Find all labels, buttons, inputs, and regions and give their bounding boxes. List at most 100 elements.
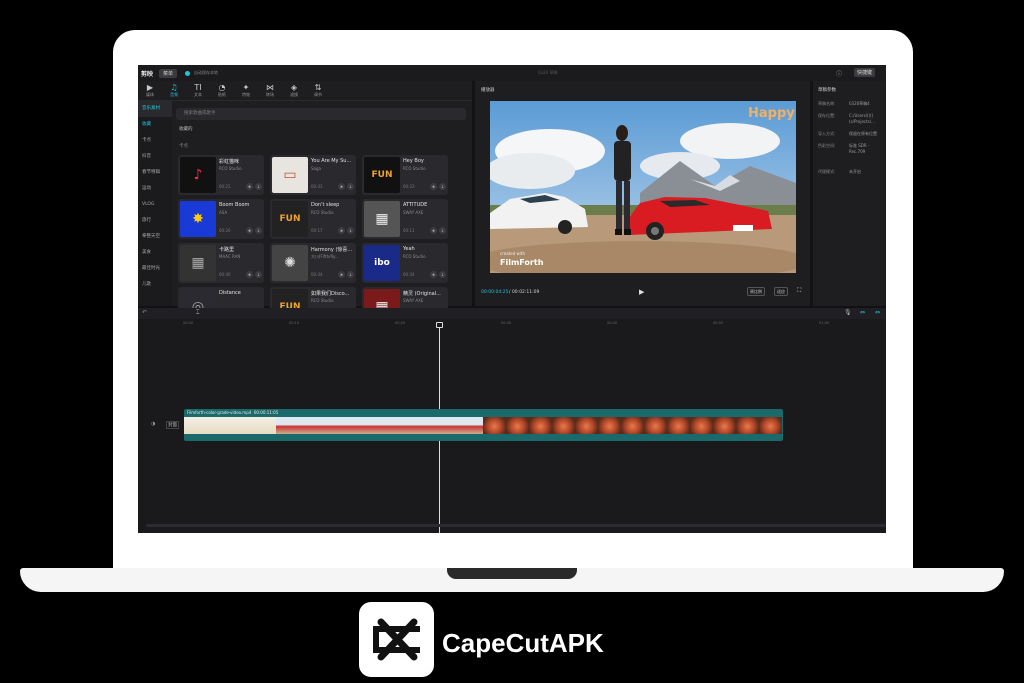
clip-frame	[552, 417, 575, 434]
microphone-icon[interactable]: 🎙	[844, 309, 852, 316]
property-value: C:/Users/(((( (s/Projects/...	[849, 113, 875, 124]
favorite-icon[interactable]: ★	[338, 183, 345, 190]
download-icon[interactable]: ↓	[347, 183, 354, 190]
ruler-tick: 00:00	[183, 321, 194, 325]
favorite-icon[interactable]: ★	[338, 227, 345, 234]
cover-button[interactable]: 封面	[166, 421, 179, 429]
toolbar-filter[interactable]: ◈ 滤镜	[282, 81, 306, 101]
current-time: 00:00:04:25	[481, 290, 509, 295]
song-card[interactable]: ▦ 卡路里 MAAC RAN 00:40 ★ ↓	[178, 243, 264, 283]
menu-button[interactable]: 菜单	[159, 68, 178, 78]
toolbar-sticker[interactable]: ◔ 贴纸	[210, 81, 234, 101]
song-title: Distance	[219, 290, 241, 296]
toolbar-label: 文本	[194, 92, 202, 97]
download-icon[interactable]: ↓	[347, 271, 354, 278]
song-card[interactable]: ✺ Harmony (惊喜... 大川(Fifth/Ry... 00:34 ★ ↓	[270, 243, 356, 283]
track-mute-icon[interactable]: ◑	[151, 421, 155, 427]
favorite-icon[interactable]: ★	[246, 227, 253, 234]
category-item[interactable]: 抖音	[138, 149, 172, 165]
shortcut-button[interactable]: 快捷键	[854, 68, 876, 77]
download-icon[interactable]: ↓	[347, 227, 354, 234]
section-subheading: 卡点	[179, 144, 188, 149]
link-icon[interactable]: ⇔	[875, 309, 880, 316]
video-preview[interactable]: Happy created with FilmForth	[490, 101, 796, 273]
ruler-tick: 00:10	[289, 321, 300, 325]
download-icon[interactable]: ↓	[439, 227, 446, 234]
properties-title: 草稿参数	[818, 88, 836, 93]
song-card[interactable]: ibo Yeah RCO Studio 00:34 ★ ↓	[362, 243, 448, 283]
transition-icon: ⋈	[266, 83, 274, 92]
category-item[interactable]: 儿歌	[138, 277, 172, 293]
snap-icon[interactable]: ⇔	[860, 309, 865, 316]
song-artist: MAAC RAN	[219, 254, 241, 259]
search-input[interactable]: 搜索歌曲或歌手	[176, 108, 466, 120]
song-card[interactable]: FUN Hey Boy RCO Studio 00:23 ★ ↓	[362, 155, 448, 195]
category-item[interactable]: VLOG	[138, 197, 172, 213]
song-title: 彩虹猫咪	[219, 159, 240, 165]
video-clip[interactable]: Filmforth-color-grade-video.mp4 00:00:11…	[184, 409, 783, 441]
toolbar-effects[interactable]: ✦ 特效	[234, 81, 258, 101]
download-icon[interactable]: ↓	[439, 183, 446, 190]
text-icon: TI	[194, 83, 202, 92]
song-title: Boom Boom	[219, 202, 250, 208]
toolbar-audio[interactable]: ♫ 音频	[162, 81, 186, 101]
song-card[interactable]: ✸ Boom Boom ASA 00:20 ★ ↓	[178, 199, 264, 239]
category-item[interactable]: 运动	[138, 181, 172, 197]
category-item[interactable]: 最佳时光	[138, 261, 172, 277]
download-icon[interactable]: ↓	[255, 227, 262, 234]
favorite-icon[interactable]: ★	[430, 271, 437, 278]
download-icon[interactable]: ↓	[255, 271, 262, 278]
help-icon[interactable]: ⓘ	[836, 69, 842, 78]
effects-icon: ✦	[242, 83, 250, 92]
favorite-icon[interactable]: ★	[430, 183, 437, 190]
toolbar-label: 媒体	[146, 92, 154, 97]
song-card[interactable]: ▭ You Are My Su... Saga 00:33 ★ ↓	[270, 155, 356, 195]
song-card[interactable]: FUN Don't sleep RCO Studio 00:17 ★ ↓	[270, 199, 356, 239]
undo-icon[interactable]: ↶	[142, 309, 147, 316]
song-title: Yeah	[403, 246, 415, 252]
watermark: FilmForth	[500, 258, 544, 267]
toolbar-text[interactable]: TI 文本	[186, 81, 210, 101]
original-ratio-button[interactable]: 原比例	[747, 287, 765, 296]
split-icon[interactable]: ⌶	[196, 309, 200, 317]
toolbar-adjust[interactable]: ⇅ 调节	[306, 81, 330, 101]
song-artist: SWAY AXE	[403, 210, 424, 215]
clip-frame	[690, 417, 713, 434]
clip-frame	[667, 417, 690, 434]
playhead-handle[interactable]	[436, 322, 443, 328]
autosave-status: 自动保存本地	[194, 70, 219, 75]
song-title: You Are My Su...	[311, 158, 352, 164]
fit-button[interactable]: 适应	[774, 287, 788, 296]
timeline-scrollbar[interactable]	[146, 524, 886, 527]
download-icon[interactable]: ↓	[439, 271, 446, 278]
favorite-icon[interactable]: ★	[246, 271, 253, 278]
ruler-tick: 00:20	[395, 321, 406, 325]
category-item[interactable]: 旅行	[138, 213, 172, 229]
song-duration: 00:17	[311, 228, 323, 233]
clip-frame	[276, 417, 299, 434]
play-icon[interactable]: ▶	[639, 288, 644, 296]
category-item[interactable]: 音乐素材	[138, 101, 172, 117]
song-card[interactable]: ▦ ATTITUDE SWAY AXE 00:11 ★ ↓	[362, 199, 448, 239]
fullscreen-icon[interactable]: ⛶	[797, 287, 801, 295]
song-card[interactable]: ♪ 彩虹猫咪 RCO Studio 00:21 ★ ↓	[178, 155, 264, 195]
clip-frame	[529, 417, 552, 434]
category-item[interactable]: 卡点	[138, 133, 172, 149]
property-value: 未开启	[849, 169, 861, 174]
song-cover: FUN	[272, 201, 308, 237]
category-item[interactable]: 美食	[138, 245, 172, 261]
category-item[interactable]: 春节特辑	[138, 165, 172, 181]
category-item[interactable]: 收藏	[138, 117, 172, 133]
property-label: 导入方式:	[818, 131, 836, 136]
property-value: 标准 SDR - Rec.709	[849, 143, 870, 154]
favorite-icon[interactable]: ★	[246, 183, 253, 190]
song-duration: 00:40	[219, 272, 231, 277]
timeline-ruler[interactable]: 00:00 00:10 00:20 00:30 00:40 00:50 01:00	[138, 319, 886, 329]
favorite-icon[interactable]: ★	[430, 227, 437, 234]
download-icon[interactable]: ↓	[255, 183, 262, 190]
category-item[interactable]: 拳整天空	[138, 229, 172, 245]
clip-name: Filmforth-color-grade-video.mp4 00:00:11…	[187, 410, 279, 415]
toolbar-media[interactable]: ▶ 媒体	[138, 81, 162, 101]
toolbar-transition[interactable]: ⋈ 转场	[258, 81, 282, 101]
favorite-icon[interactable]: ★	[338, 271, 345, 278]
